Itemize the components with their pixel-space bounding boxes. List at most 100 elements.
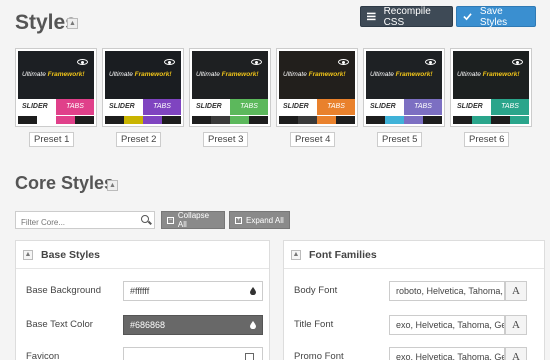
preset-hero: Ultimate Framework! (366, 51, 442, 99)
collapse-all-button[interactable]: − Collapse All (161, 211, 225, 229)
color-drop-icon[interactable] (250, 321, 256, 329)
preset-button[interactable]: Preset 5 (377, 132, 423, 147)
preset-tabs-label: TABS (491, 99, 529, 115)
preset-hero-text: Ultimate Framework! (283, 71, 346, 78)
preset-hero-text: Ultimate Framework! (457, 71, 520, 78)
image-picker-icon[interactable] (245, 353, 254, 360)
preset-hero-text: Ultimate Framework! (196, 71, 259, 78)
preset-color-swatch (75, 116, 94, 124)
preset-hero-text: Ultimate Framework! (109, 71, 172, 78)
eye-icon[interactable] (338, 59, 349, 65)
font-families-panel: ▲ Font Families Body Font roboto, Helvet… (283, 240, 545, 360)
list-icon (367, 12, 376, 21)
preset-hero-highlight: Framework! (221, 71, 259, 78)
check-icon (463, 13, 472, 21)
preset-slider-label: SLIDER (22, 103, 48, 110)
preset-color-swatch (230, 116, 249, 124)
preset-tabs-label: TABS (230, 99, 268, 115)
collapse-styles-toggle[interactable]: ▲ (67, 18, 78, 29)
expand-all-label: Expand All (246, 215, 284, 225)
collapse-toggle-icon[interactable]: ▲ (23, 249, 33, 260)
preset-color-swatch (336, 116, 355, 124)
font-picker-icon[interactable]: A (505, 315, 527, 335)
preset-button[interactable]: Preset 3 (203, 132, 249, 147)
expand-all-button[interactable]: + Expand All (229, 211, 290, 229)
base-styles-title: Base Styles (41, 248, 100, 261)
font-families-title: Font Families (309, 248, 377, 261)
preset-card[interactable]: Ultimate Framework! SLIDER TABS Preset 6 (450, 48, 532, 147)
preset-hero-highlight: Framework! (47, 71, 85, 78)
preset-button[interactable]: Preset 6 (464, 132, 510, 147)
preset-card[interactable]: Ultimate Framework! SLIDER TABS Preset 3 (189, 48, 271, 147)
collapse-toggle-icon[interactable]: ▲ (291, 249, 301, 260)
preset-slider-label: SLIDER (283, 103, 309, 110)
preset-button[interactable]: Preset 1 (29, 132, 75, 147)
save-styles-button[interactable]: Save Styles (456, 6, 536, 28)
search-icon[interactable] (141, 215, 149, 223)
preset-color-swatch (211, 116, 230, 124)
base-text-color-input[interactable]: #686868 (123, 315, 263, 335)
body-font-label: Body Font (294, 285, 338, 296)
base-styles-header[interactable]: ▲ Base Styles (16, 241, 269, 269)
preset-slider-label: SLIDER (196, 103, 222, 110)
title-font-input[interactable]: exo, Helvetica, Tahoma, Geneva, Arial, s… (389, 315, 505, 335)
preset-tabs-label: TABS (317, 99, 355, 115)
preset-card[interactable]: Ultimate Framework! SLIDER TABS Preset 2 (102, 48, 184, 147)
preset-color-swatch (510, 116, 529, 124)
preset-color-strip (453, 116, 529, 124)
preset-color-swatch (491, 116, 510, 124)
preset-color-swatch (385, 116, 404, 124)
preset-color-swatch (366, 116, 385, 124)
collapse-all-label: Collapse All (177, 211, 210, 229)
eye-icon[interactable] (164, 59, 175, 65)
filter-core-input[interactable] (16, 214, 134, 231)
base-background-input[interactable]: #ffffff (123, 281, 263, 301)
eye-icon[interactable] (251, 59, 262, 65)
minus-square-icon: − (167, 216, 174, 224)
recompile-css-button[interactable]: Recompile CSS (360, 6, 453, 28)
body-font-input[interactable]: roboto, Helvetica, Tahoma, Geneva, Arial… (389, 281, 505, 301)
favicon-label: Favicon (26, 351, 60, 360)
preset-color-strip (279, 116, 355, 124)
title-font-label: Title Font (294, 319, 334, 330)
promo-font-input[interactable]: exo, Helvetica, Tahoma, Geneva, Arial, s… (389, 347, 505, 360)
preset-tabs-label: TABS (143, 99, 181, 115)
preset-slider-label: SLIDER (457, 103, 483, 110)
preset-color-swatch (18, 116, 37, 124)
preset-hero-highlight: Framework! (395, 71, 433, 78)
preset-button[interactable]: Preset 2 (116, 132, 162, 147)
preset-tabs-label: TABS (56, 99, 94, 115)
preset-color-swatch (249, 116, 268, 124)
font-picker-icon[interactable]: A (505, 347, 527, 360)
preset-button[interactable]: Preset 4 (290, 132, 336, 147)
font-families-header[interactable]: ▲ Font Families (284, 241, 544, 269)
base-background-label: Base Background (26, 285, 101, 296)
preset-color-swatch (298, 116, 317, 124)
preset-card[interactable]: Ultimate Framework! SLIDER TABS Preset 1 (15, 48, 97, 147)
preset-hero: Ultimate Framework! (192, 51, 268, 99)
collapse-core-toggle[interactable]: ▲ (107, 180, 118, 191)
favicon-input[interactable] (123, 347, 263, 360)
preset-thumbnail[interactable]: Ultimate Framework! SLIDER TABS (15, 48, 97, 127)
eye-icon[interactable] (425, 59, 436, 65)
preset-thumbnail[interactable]: Ultimate Framework! SLIDER TABS (450, 48, 532, 127)
font-picker-icon[interactable]: A (505, 281, 527, 301)
preset-thumbnail[interactable]: Ultimate Framework! SLIDER TABS (276, 48, 358, 127)
preset-color-swatch (192, 116, 211, 124)
preset-thumbnail[interactable]: Ultimate Framework! SLIDER TABS (363, 48, 445, 127)
preset-card[interactable]: Ultimate Framework! SLIDER TABS Preset 4 (276, 48, 358, 147)
preset-color-strip (192, 116, 268, 124)
promo-font-label: Promo Font (294, 351, 344, 360)
eye-icon[interactable] (77, 59, 88, 65)
color-drop-icon[interactable] (250, 287, 256, 295)
eye-icon[interactable] (512, 59, 523, 65)
preset-thumbnail[interactable]: Ultimate Framework! SLIDER TABS (102, 48, 184, 127)
filter-core-field[interactable] (15, 211, 155, 231)
preset-thumbnail[interactable]: Ultimate Framework! SLIDER TABS (189, 48, 271, 127)
preset-hero-highlight: Framework! (308, 71, 346, 78)
preset-hero: Ultimate Framework! (279, 51, 355, 99)
preset-card[interactable]: Ultimate Framework! SLIDER TABS Preset 5 (363, 48, 445, 147)
preset-color-swatch (56, 116, 75, 124)
preset-color-swatch (423, 116, 442, 124)
base-background-value: #ffffff (130, 286, 150, 296)
